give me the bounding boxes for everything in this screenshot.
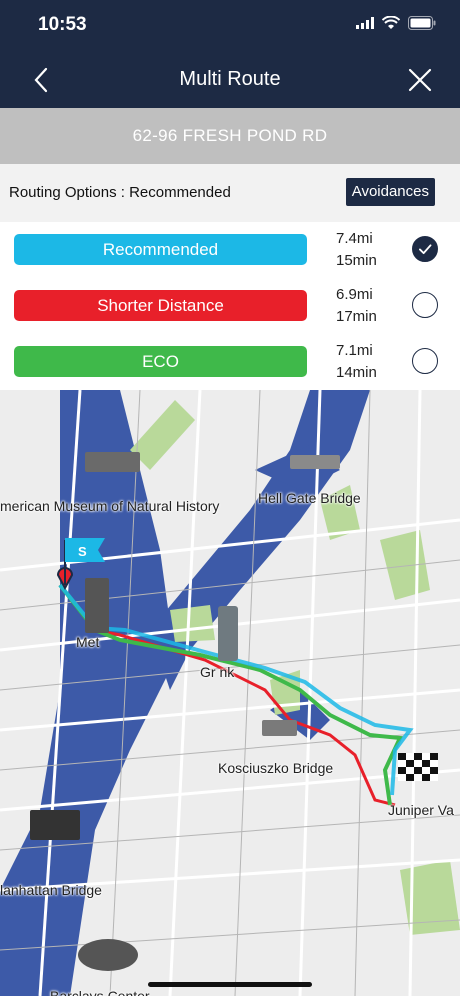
route-name[interactable]: ECO: [14, 346, 307, 377]
map-label-kosciuszko: Kosciuszko Bridge: [218, 760, 334, 776]
route-distance: 7.1mi: [336, 342, 373, 359]
svg-text:S: S: [78, 544, 87, 559]
checkmark-radio-icon[interactable]: [412, 236, 438, 262]
home-indicator[interactable]: [148, 982, 312, 987]
route-time: 17min: [336, 308, 377, 325]
route-row-shorter[interactable]: Shorter Distance 6.9mi 17min: [0, 278, 460, 335]
routing-options-label: Routing Options : Recommended: [9, 184, 231, 201]
routing-options-bar: Routing Options : Recommended Avoidances: [0, 164, 460, 222]
route-distance: 7.4mi: [336, 230, 373, 247]
route-stats: 7.4mi 15min: [336, 228, 377, 272]
status-icons: [356, 16, 436, 30]
map-label-metlife: Met: [76, 634, 100, 650]
route-time: 14min: [336, 364, 377, 381]
route-time: 15min: [336, 252, 377, 269]
map-canvas: S: [0, 390, 460, 996]
route-name[interactable]: Shorter Distance: [14, 290, 307, 321]
route-distance: 6.9mi: [336, 286, 373, 303]
page-title: Multi Route: [179, 68, 281, 90]
nav-bar: Multi Route: [0, 48, 460, 108]
map-label-greenpoint: Gr nk: [200, 664, 235, 680]
status-time: 10:53: [38, 14, 87, 35]
route-stats: 6.9mi 17min: [336, 284, 377, 328]
route-row-eco[interactable]: ECO 7.1mi 14min: [0, 334, 460, 391]
avoidances-button[interactable]: Avoidances: [345, 178, 435, 206]
close-icon[interactable]: [408, 68, 432, 92]
map-label-manhattan-bridge: lanhattan Bridge: [0, 882, 102, 898]
route-map[interactable]: S merican Museum of Natural History Hell…: [0, 390, 460, 996]
map-label-museum: merican Museum of Natural History: [0, 498, 220, 514]
wifi-icon: [382, 16, 400, 29]
route-stats: 7.1mi 14min: [336, 340, 377, 384]
radio-icon[interactable]: [412, 292, 438, 318]
route-name[interactable]: Recommended: [14, 234, 307, 265]
map-label-hellgate: Hell Gate Bridge: [258, 490, 361, 506]
map-label-barclays: Barclays Center: [50, 988, 150, 996]
route-row-recommended[interactable]: Recommended 7.4mi 15min: [0, 222, 460, 279]
status-bar: 10:53: [0, 0, 460, 48]
signal-icon: [356, 17, 374, 29]
battery-icon: [408, 16, 436, 30]
destination-address: 62-96 FRESH POND RD: [0, 108, 460, 164]
radio-icon[interactable]: [412, 348, 438, 374]
map-label-juniper: Juniper Va: [388, 802, 454, 818]
